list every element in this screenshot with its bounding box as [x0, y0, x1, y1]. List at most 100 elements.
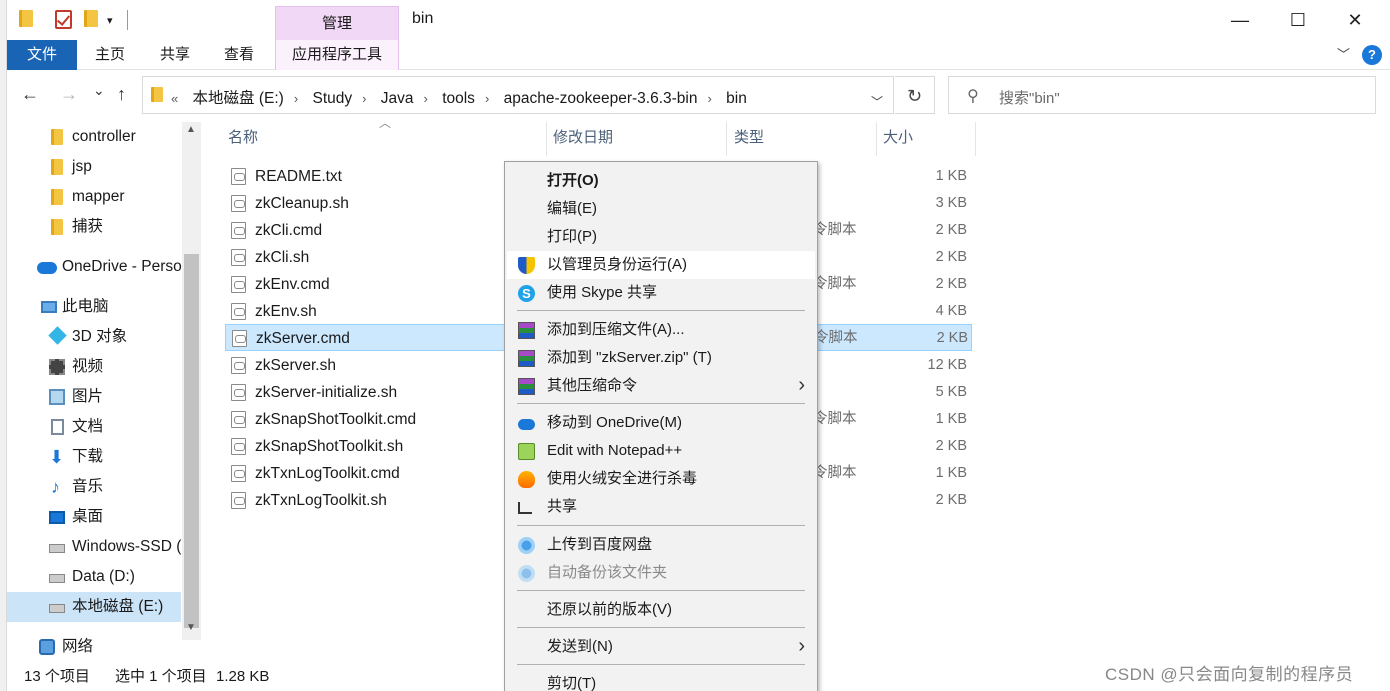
- breadcrumb-tools[interactable]: tools: [442, 90, 475, 107]
- overflow-chevron-icon[interactable]: «: [171, 91, 178, 106]
- search-input[interactable]: ⚲ 搜索"bin": [948, 76, 1376, 114]
- ribbon-tabs: 文件 主页 共享 查看 应用程序工具 ﹀?: [7, 40, 1390, 70]
- sidebar-scrollbar[interactable]: ▲ ▼: [182, 122, 201, 640]
- menu-item-auto-backup[interactable]: 自动备份该文件夹: [507, 559, 815, 587]
- menu-item-share-skype[interactable]: S 使用 Skype 共享: [507, 279, 815, 307]
- chevron-right-icon[interactable]: ›: [362, 91, 366, 106]
- chevron-right-icon[interactable]: ›: [424, 91, 428, 106]
- selected-size: 1.28 KB: [216, 668, 270, 685]
- sidebar-item-onedrive[interactable]: OneDrive - Perso: [7, 252, 182, 282]
- menu-item-label: 自动备份该文件夹: [547, 564, 668, 581]
- properties-check-icon[interactable]: [55, 10, 72, 29]
- new-folder-icon[interactable]: [84, 10, 98, 30]
- back-button[interactable]: ←: [21, 84, 39, 105]
- menu-item-notepadpp[interactable]: Edit with Notepad++: [507, 437, 815, 465]
- sidebar-item-windows-ssd[interactable]: Windows-SSD (: [7, 532, 181, 562]
- breadcrumb-bin[interactable]: bin: [726, 90, 747, 107]
- tab-share[interactable]: 共享: [150, 40, 200, 70]
- folder-icon: [51, 129, 63, 145]
- help-icon[interactable]: ?: [1362, 45, 1382, 65]
- breadcrumb-study[interactable]: Study: [312, 90, 352, 107]
- scroll-down-icon[interactable]: ▼: [186, 622, 196, 633]
- script-file-icon: [231, 276, 246, 293]
- menu-item-edit[interactable]: 编辑(E): [507, 195, 815, 223]
- menu-separator: [517, 590, 805, 591]
- onedrive-icon: [518, 419, 535, 430]
- sidebar-item-controller[interactable]: controller: [7, 122, 181, 152]
- chevron-right-icon[interactable]: ›: [485, 91, 489, 106]
- sidebar-item-desktop[interactable]: 桌面: [7, 502, 181, 532]
- menu-item-label: 发送到(N): [547, 638, 613, 655]
- minimize-button[interactable]: —: [1217, 4, 1263, 36]
- tab-view[interactable]: 查看: [214, 40, 264, 70]
- menu-item-label: 移动到 OneDrive(M): [547, 414, 683, 431]
- menu-item-other-compress[interactable]: 其他压缩命令 ›: [507, 372, 815, 400]
- file-size: 5 KB: [935, 384, 967, 400]
- sidebar-item-local-disk-e[interactable]: 本地磁盘 (E:): [7, 592, 181, 622]
- drive-icon: [49, 604, 65, 613]
- menu-item-send-to[interactable]: 发送到(N) ›: [507, 633, 815, 661]
- sidebar-item-capture[interactable]: 捕获: [7, 212, 181, 242]
- forward-button[interactable]: →: [60, 84, 78, 105]
- maximize-button[interactable]: ☐: [1275, 4, 1321, 36]
- column-header-date[interactable]: 修改日期: [553, 122, 613, 154]
- share-icon: [518, 502, 532, 514]
- column-header-size[interactable]: 大小: [883, 122, 913, 154]
- file-name: zkServer.sh: [255, 357, 336, 374]
- up-button[interactable]: ↑: [117, 84, 126, 105]
- menu-item-add-to-zip[interactable]: 添加到 "zkServer.zip" (T): [507, 344, 815, 372]
- column-header-type[interactable]: 类型: [734, 122, 764, 154]
- drive-icon: [49, 574, 65, 583]
- selected-count: 选中 1 个项目: [115, 668, 207, 685]
- close-button[interactable]: ✕: [1332, 4, 1378, 36]
- menu-item-print[interactable]: 打印(P): [507, 223, 815, 251]
- menu-item-share[interactable]: 共享: [507, 493, 815, 521]
- scrollbar-thumb[interactable]: [184, 254, 199, 628]
- sidebar-item-music[interactable]: ♪ 音乐: [7, 472, 181, 502]
- tab-manage[interactable]: 管理: [275, 6, 399, 40]
- chevron-right-icon[interactable]: ›: [707, 91, 711, 106]
- column-divider[interactable]: [876, 122, 877, 156]
- sidebar-item-mapper[interactable]: mapper: [7, 182, 181, 212]
- sidebar-item-downloads[interactable]: ⬇ 下载: [7, 442, 181, 472]
- customize-quick-access-icon[interactable]: ▾: [107, 14, 113, 34]
- menu-item-cut[interactable]: 剪切(T): [507, 670, 815, 691]
- sidebar-item-documents[interactable]: 文档: [7, 412, 181, 442]
- address-history-chevron-icon[interactable]: ﹀: [871, 93, 883, 110]
- file-size: 1 KB: [935, 411, 967, 427]
- tab-home[interactable]: 主页: [85, 40, 135, 70]
- tab-file[interactable]: 文件: [7, 40, 77, 70]
- winrar-icon: [518, 350, 535, 367]
- refresh-button[interactable]: ↻: [895, 76, 935, 114]
- sidebar-item-pictures[interactable]: 图片: [7, 382, 181, 412]
- sidebar-item-jsp[interactable]: jsp: [7, 152, 181, 182]
- breadcrumb-java[interactable]: Java: [381, 90, 414, 107]
- scroll-up-icon[interactable]: ▲: [186, 124, 196, 135]
- video-icon: [49, 359, 65, 375]
- sidebar-item-data-d[interactable]: Data (D:): [7, 562, 181, 592]
- menu-item-add-to-archive[interactable]: 添加到压缩文件(A)...: [507, 316, 815, 344]
- menu-item-upload-baidu[interactable]: 上传到百度网盘: [507, 531, 815, 559]
- column-divider[interactable]: [546, 122, 547, 156]
- sidebar-item-network[interactable]: 网络: [7, 632, 181, 660]
- column-divider[interactable]: [975, 122, 976, 156]
- sidebar-item-3d-objects[interactable]: 3D 对象: [7, 322, 181, 352]
- menu-item-open[interactable]: 打开(O): [507, 167, 815, 195]
- chevron-right-icon[interactable]: ›: [294, 91, 298, 106]
- recent-locations-button[interactable]: ⌄: [93, 82, 105, 99]
- tab-application-tools[interactable]: 应用程序工具: [275, 40, 399, 70]
- address-bar[interactable]: « 本地磁盘 (E:) › Study › Java › tools › apache-…: [142, 76, 894, 114]
- menu-item-move-to-onedrive[interactable]: 移动到 OneDrive(M): [507, 409, 815, 437]
- sidebar-item-videos[interactable]: 视频: [7, 352, 181, 382]
- breadcrumb-zookeeper[interactable]: apache-zookeeper-3.6.3-bin: [504, 90, 698, 107]
- menu-separator: [517, 664, 805, 665]
- sidebar-item-this-pc[interactable]: 此电脑: [7, 292, 181, 322]
- menu-item-run-as-admin[interactable]: 以管理员身份运行(A): [507, 251, 815, 279]
- breadcrumb-local-disk[interactable]: 本地磁盘 (E:): [193, 90, 284, 107]
- expand-ribbon-icon[interactable]: ﹀: [1337, 47, 1350, 62]
- menu-item-restore-previous[interactable]: 还原以前的版本(V): [507, 596, 815, 624]
- menu-item-huorong-scan[interactable]: 使用火绒安全进行杀毒: [507, 465, 815, 493]
- column-divider[interactable]: [726, 122, 727, 156]
- music-icon: ♪: [51, 477, 60, 497]
- column-header-name[interactable]: 名称: [228, 122, 258, 154]
